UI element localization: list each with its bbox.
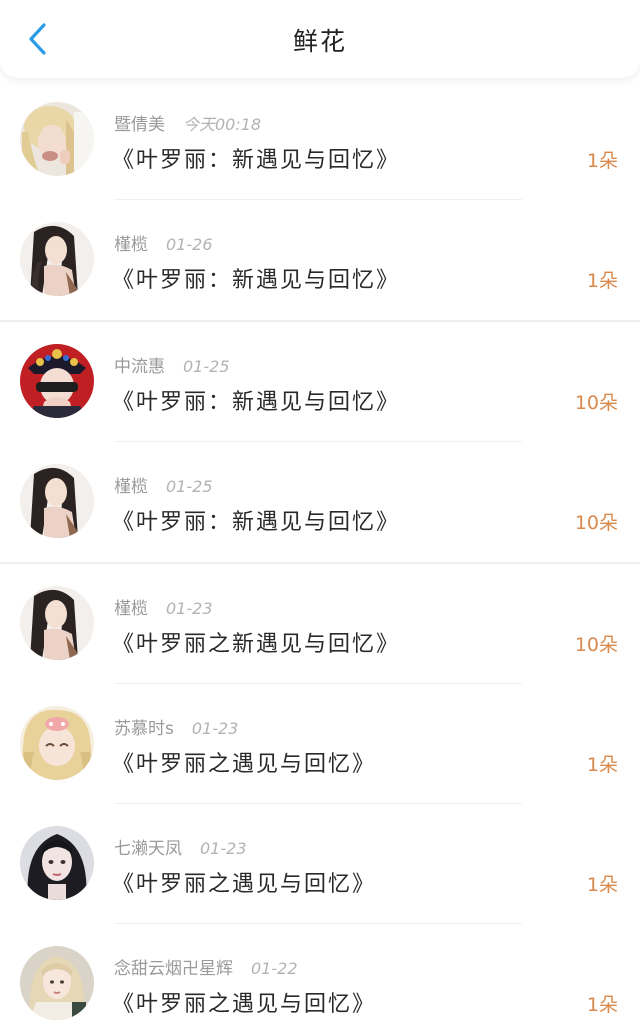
sender-info: 暨倩美 今天00:18: [114, 110, 261, 135]
list-item[interactable]: 中流惠 01-25 《叶罗丽：新遇见与回忆》 10朵: [0, 320, 640, 442]
sender-info: 中流惠 01-25: [114, 352, 230, 377]
sent-time: 01-22: [251, 959, 298, 978]
sent-time: 今天00:18: [183, 115, 262, 134]
sent-time: 01-23: [166, 599, 213, 618]
avatar[interactable]: [20, 706, 94, 780]
flower-count: 10朵: [574, 634, 618, 656]
work-title: 《叶罗丽：新遇见与回忆》: [112, 268, 401, 293]
work-title: 《叶罗丽：新遇见与回忆》: [112, 390, 401, 415]
avatar[interactable]: [20, 102, 94, 176]
sent-time: 01-25: [166, 477, 213, 496]
sender-name: 槿榄: [114, 599, 148, 619]
flower-list: 暨倩美 今天00:18 《叶罗丽：新遇见与回忆》 1朵 槿榄 01-26 《叶罗丽：…: [0, 80, 640, 1030]
list-item[interactable]: 暨倩美 今天00:18 《叶罗丽：新遇见与回忆》 1朵: [0, 80, 640, 200]
sender-name: 七濑天凤: [114, 839, 182, 859]
flower-count: 1朵: [586, 754, 618, 776]
work-title: 《叶罗丽之遇见与回忆》: [112, 992, 377, 1017]
sent-time: 01-26: [166, 235, 213, 254]
flower-count: 1朵: [586, 994, 618, 1016]
sender-name: 槿榄: [114, 235, 148, 255]
sender-name: 中流惠: [114, 357, 165, 377]
avatar[interactable]: [20, 464, 94, 538]
list-item[interactable]: 槿榄 01-23 《叶罗丽之新遇见与回忆》 10朵: [0, 562, 640, 684]
sent-time: 01-23: [200, 839, 247, 858]
work-title: 《叶罗丽：新遇见与回忆》: [112, 510, 401, 535]
work-title: 《叶罗丽：新遇见与回忆》: [112, 148, 401, 173]
list-item[interactable]: 槿榄 01-26 《叶罗丽：新遇见与回忆》 1朵: [0, 200, 640, 320]
sender-info: 念甜云烟卍星辉 01-22: [114, 954, 298, 979]
list-item[interactable]: 七濑天凤 01-23 《叶罗丽之遇见与回忆》 1朵: [0, 804, 640, 924]
flower-count: 10朵: [574, 392, 618, 414]
sent-time: 01-25: [183, 357, 230, 376]
avatar[interactable]: [20, 222, 94, 296]
sender-name: 暨倩美: [114, 115, 165, 135]
list-item[interactable]: 槿榄 01-25 《叶罗丽：新遇见与回忆》 10朵: [0, 442, 640, 562]
sender-info: 七濑天凤 01-23: [114, 834, 247, 859]
avatar[interactable]: [20, 586, 94, 660]
avatar[interactable]: [20, 946, 94, 1020]
sent-time: 01-23: [191, 719, 239, 738]
sender-info: 槿榄 01-26: [114, 230, 213, 255]
flower-count: 1朵: [586, 874, 618, 896]
sender-info: 苏慕时s 01-23: [114, 714, 238, 739]
flowers-screen: 鲜花 暨倩美 今天00:18 《叶罗丽：新遇见与回忆》 1朵 槿榄 01-26 …: [0, 0, 640, 1030]
work-title: 《叶罗丽之新遇见与回忆》: [112, 632, 401, 657]
flower-count: 10朵: [574, 512, 618, 534]
sender-info: 槿榄 01-25: [114, 472, 213, 497]
sender-name: 槿榄: [114, 477, 148, 497]
flower-count: 1朵: [586, 150, 618, 172]
avatar[interactable]: [20, 826, 94, 900]
avatar[interactable]: [20, 344, 94, 418]
list-item[interactable]: 念甜云烟卍星辉 01-22 《叶罗丽之遇见与回忆》 1朵: [0, 924, 640, 1030]
work-title: 《叶罗丽之遇见与回忆》: [112, 752, 377, 777]
sender-info: 槿榄 01-23: [114, 594, 213, 619]
sender-name: 念甜云烟卍星辉: [114, 959, 233, 979]
flower-count: 1朵: [586, 270, 618, 292]
top-bar: 鲜花: [0, 0, 640, 78]
list-item[interactable]: 苏慕时s 01-23 《叶罗丽之遇见与回忆》 1朵: [0, 684, 640, 804]
page-title: 鲜花: [292, 27, 347, 56]
work-title: 《叶罗丽之遇见与回忆》: [112, 872, 377, 897]
sender-name: 苏慕时s: [114, 719, 174, 739]
